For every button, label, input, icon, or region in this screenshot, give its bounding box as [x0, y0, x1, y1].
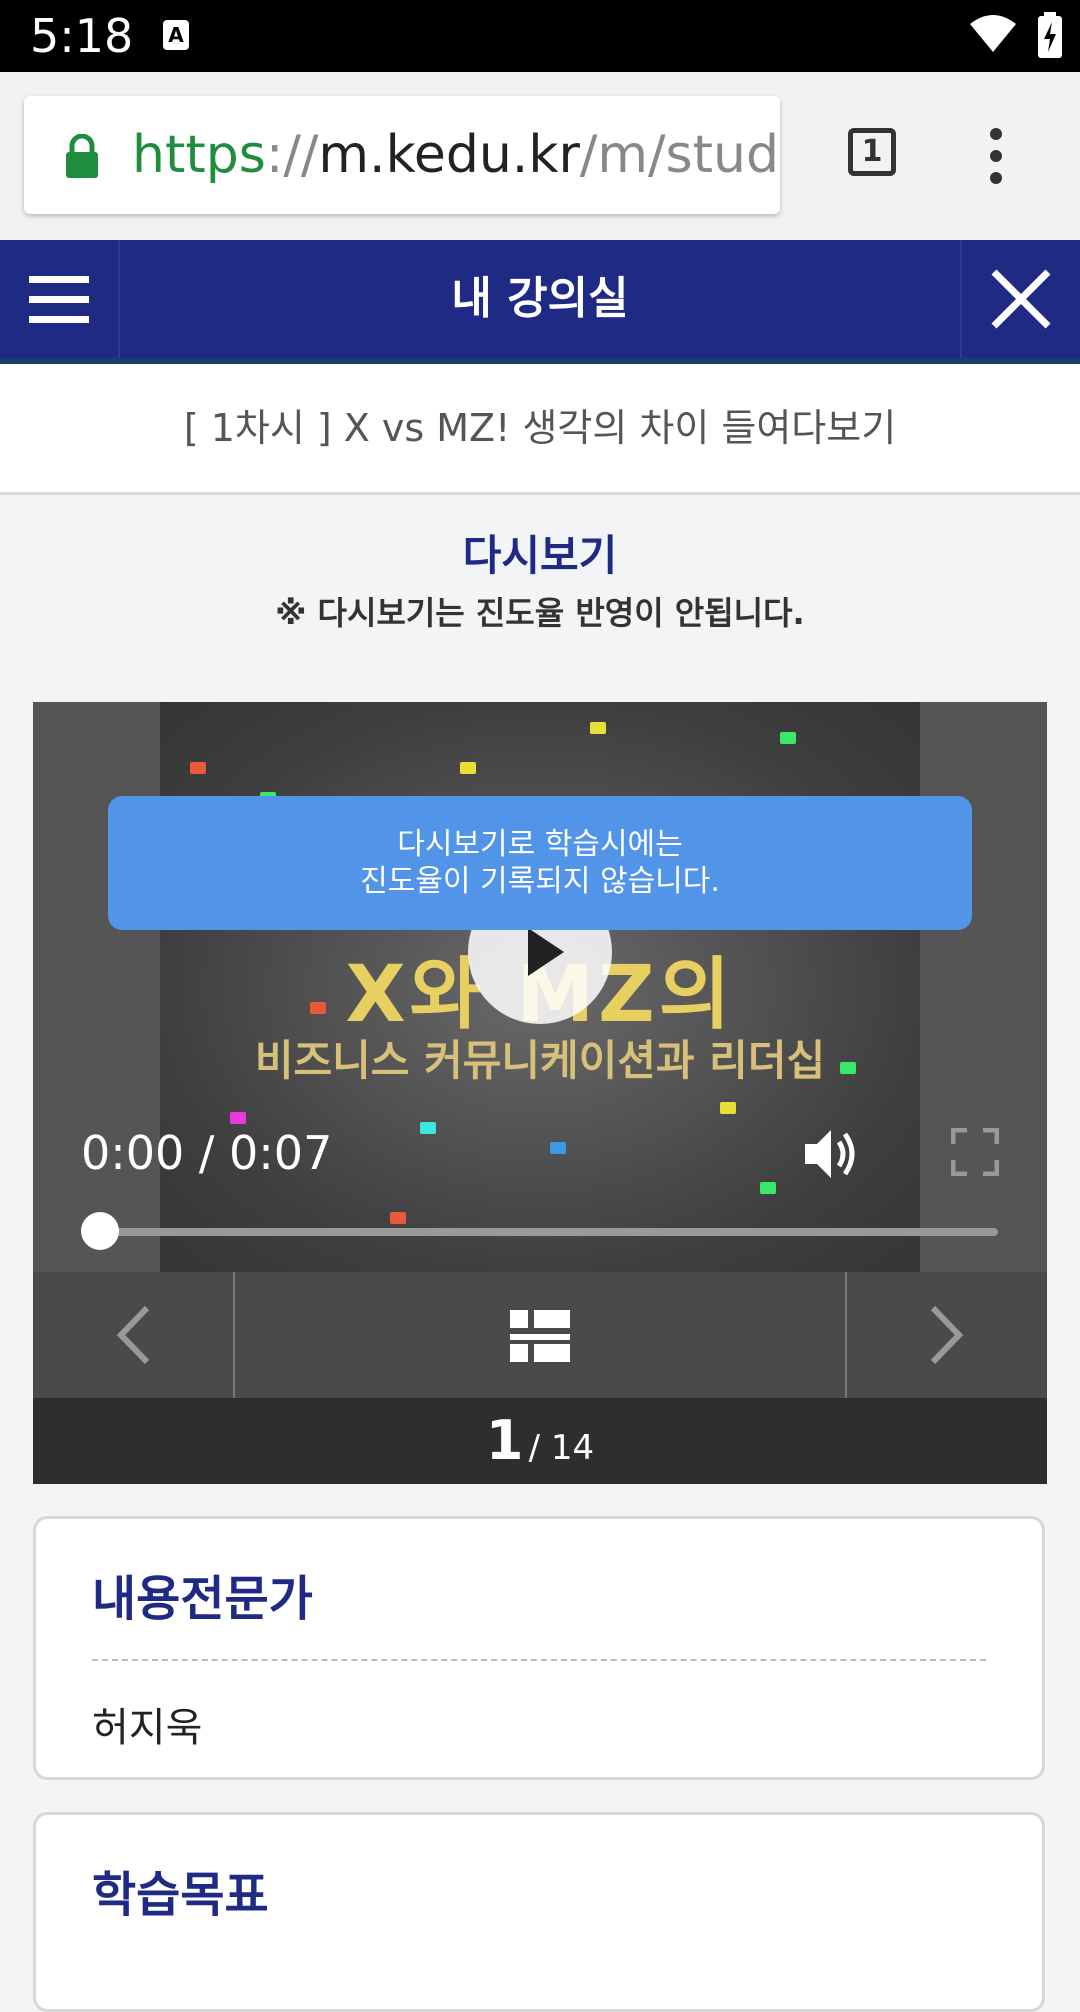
review-heading: 다시보기	[462, 531, 618, 580]
volume-icon[interactable]	[801, 1126, 861, 1182]
fullscreen-icon[interactable]	[951, 1128, 999, 1176]
notice-line-2: 진도율이 기록되지 않습니다.	[360, 864, 720, 899]
url-host: m.kedu.kr	[318, 125, 580, 185]
page-total: / 14	[528, 1428, 595, 1468]
url-text: https://m.kedu.kr/m/study	[132, 120, 780, 190]
notification-icon: A	[163, 20, 189, 50]
content-expert-card: 내용전문가 허지욱	[33, 1516, 1045, 1780]
review-note: ※ 다시보기는 진도율 반영이 안됩니다.	[275, 594, 805, 632]
url-bar[interactable]: https://m.kedu.kr/m/study	[24, 96, 780, 214]
learning-objectives-card: 학습목표	[33, 1812, 1045, 2012]
tab-switcher-button[interactable]: 1	[848, 128, 896, 176]
chevron-left-icon	[116, 1305, 150, 1365]
chevron-right-icon	[930, 1305, 964, 1365]
card-heading: 학습목표	[92, 1867, 269, 1923]
browser-toolbar: https://m.kedu.kr/m/study 1	[0, 72, 1080, 240]
card-heading: 내용전문가	[92, 1571, 313, 1627]
card-body: 허지욱	[92, 1705, 203, 1751]
video-subtitle-text: 비즈니스 커뮤니케이션과 리더십	[254, 1036, 826, 1085]
app-header: 내 강의실	[0, 240, 1080, 364]
replay-notice-banner: 다시보기로 학습시에는 진도율이 기록되지 않습니다.	[108, 796, 972, 930]
lesson-title: [ 1차시 ] X vs MZ! 생각의 차이 들여다보기	[0, 364, 1080, 495]
time-display: 0:00 / 0:07	[81, 1126, 333, 1180]
next-slide-button[interactable]	[845, 1272, 1047, 1398]
prev-slide-button[interactable]	[33, 1272, 235, 1398]
progress-bar[interactable]	[98, 1228, 998, 1236]
close-icon[interactable]	[960, 240, 1080, 358]
page-title: 내 강의실	[451, 273, 629, 324]
hamburger-menu-icon[interactable]	[0, 240, 120, 358]
page-current: 1	[485, 1409, 524, 1472]
wifi-icon	[970, 15, 1016, 52]
browser-menu-icon[interactable]	[980, 128, 1012, 184]
video-player[interactable]: X와 MZ의 비즈니스 커뮤니케이션과 리더십 다시보기로 학습시에는 진도율이…	[33, 702, 1047, 1484]
url-scheme: https	[132, 125, 266, 185]
url-path: /m/study	[579, 125, 780, 185]
url-separator: ://	[265, 125, 319, 185]
lock-icon	[66, 134, 98, 178]
status-time: 5:18	[30, 9, 134, 63]
close-x-shape	[991, 269, 1051, 329]
status-bar: 5:18 A	[0, 0, 1080, 72]
battery-charging-icon	[1038, 12, 1062, 58]
page-indicator: 1 / 14	[33, 1398, 1047, 1484]
card-divider	[92, 1659, 986, 1661]
slide-list-button[interactable]	[235, 1272, 845, 1398]
notice-line-1: 다시보기로 학습시에는	[397, 827, 683, 862]
list-icon	[510, 1310, 570, 1362]
progress-knob[interactable]	[81, 1212, 119, 1250]
slide-nav-row	[33, 1272, 1047, 1398]
